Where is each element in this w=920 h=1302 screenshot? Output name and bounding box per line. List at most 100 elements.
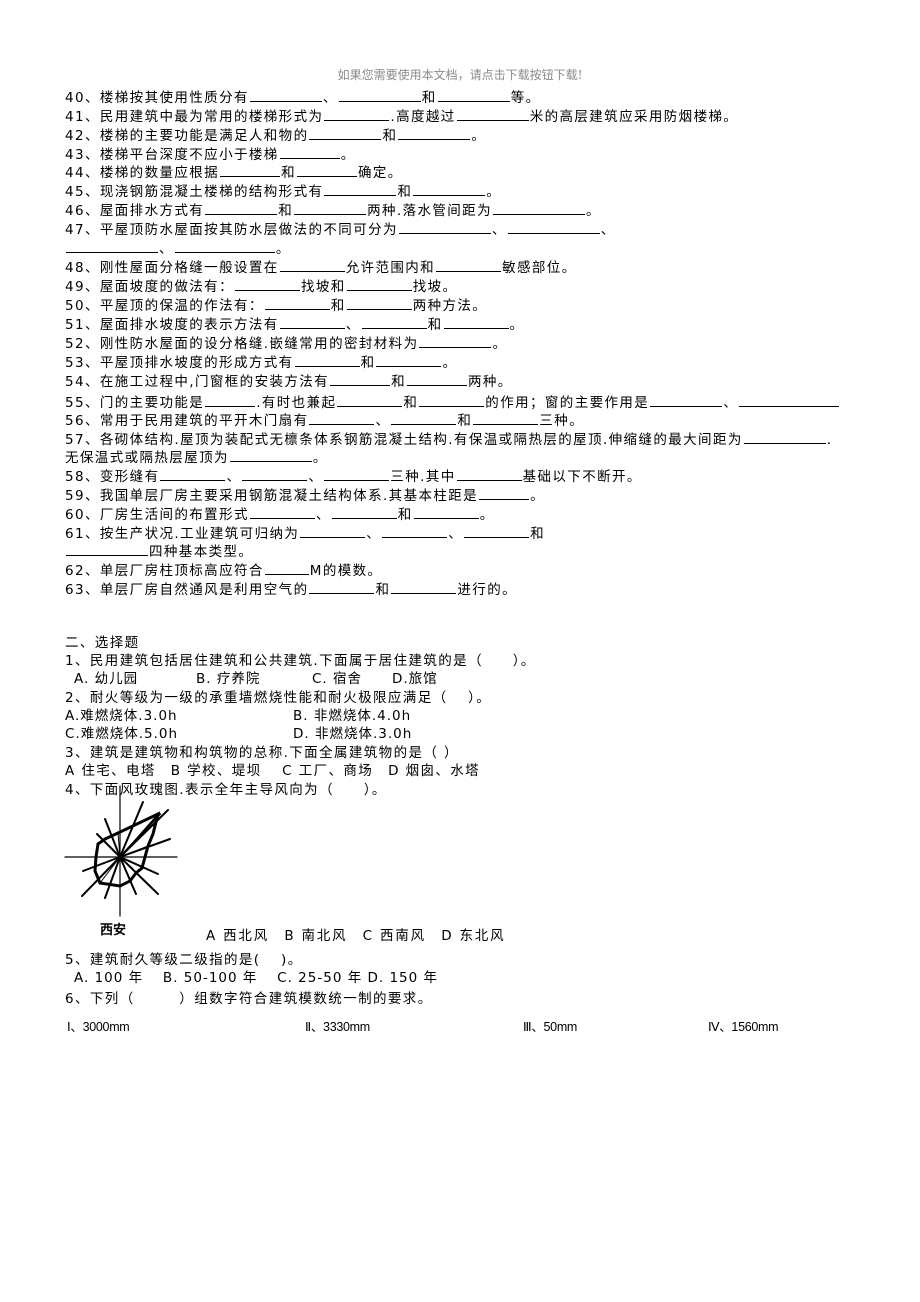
answer-blank[interactable]	[413, 505, 479, 519]
question-text: 两种。	[467, 374, 513, 390]
answer-blank[interactable]	[493, 201, 585, 215]
answer-blank[interactable]	[376, 353, 442, 367]
question-3-stem: 3、建筑是建筑物和构筑物的总称.下面全属建筑物的是（ ）	[65, 745, 459, 761]
answer-blank[interactable]	[279, 315, 345, 329]
answer-blank[interactable]	[391, 580, 457, 594]
question-q57b: 无保温式或隔热层屋顶为 。	[65, 448, 328, 467]
answer-blank[interactable]	[66, 542, 148, 556]
question-text: .	[826, 432, 833, 448]
answer-blank[interactable]	[174, 239, 275, 253]
answer-blank[interactable]	[456, 107, 529, 121]
answer-blank[interactable]	[330, 372, 391, 386]
answer-blank[interactable]	[264, 296, 330, 310]
answer-blank[interactable]	[331, 505, 397, 519]
question-q61b: 四种基本类型。	[65, 542, 253, 561]
answer-blank[interactable]	[346, 277, 412, 291]
answer-blank[interactable]	[437, 88, 510, 102]
answer-blank[interactable]	[205, 201, 278, 215]
answer-blank[interactable]	[324, 467, 390, 481]
question-text: 62、单层厂房柱顶标高应符合	[65, 563, 264, 579]
answer-blank[interactable]	[413, 182, 486, 196]
question-text: 和	[421, 90, 437, 106]
answer-blank[interactable]	[406, 372, 467, 386]
answer-blank[interactable]	[229, 448, 312, 462]
answer-blank[interactable]	[279, 145, 340, 159]
question-text: 58、变形缝有	[65, 469, 160, 485]
answer-blank[interactable]	[242, 467, 308, 481]
answer-blank[interactable]	[361, 315, 427, 329]
question-text: 、	[345, 317, 361, 333]
question-1-stem: 1、民用建筑包括居住建筑和公共建筑.下面属于居住建筑的是（ ）。	[65, 653, 536, 669]
question-text: 、	[322, 90, 338, 106]
question-text: 61、按生产状况.工业建筑可归纳为	[65, 526, 300, 542]
q2-option-b: B. 非燃烧体.4.0h	[293, 708, 412, 724]
answer-blank[interactable]	[464, 524, 530, 538]
question-text: 48、刚性屋面分格缝一般设置在	[65, 260, 279, 276]
answer-blank[interactable]	[205, 393, 256, 407]
answer-blank[interactable]	[419, 393, 485, 407]
question-q43: 43、楼梯平台深度不应小于楼梯 。	[65, 145, 356, 164]
question-text: 42、楼梯的主要功能是满足人和物的	[65, 128, 309, 144]
question-text: 三种.其中	[390, 469, 456, 485]
question-text: 45、现浇钢筋混凝土楼梯的结构形式有	[65, 184, 324, 200]
answer-blank[interactable]	[507, 220, 600, 234]
answer-blank[interactable]	[739, 393, 840, 407]
question-text: 40、楼梯按其使用性质分有	[65, 90, 249, 106]
question-text: 四种基本类型。	[149, 544, 254, 560]
question-text: 59、我国单层厂房主要采用钢筋混凝土结构体系.其基本柱距是	[65, 488, 479, 504]
answer-blank[interactable]	[220, 163, 281, 177]
question-text: 41、民用建筑中最为常用的楼梯形式为	[65, 109, 324, 125]
question-text: 49、屋面坡度的做法有：	[65, 279, 234, 295]
q1-option-a: A. 幼儿园	[74, 671, 139, 687]
answer-blank[interactable]	[419, 334, 492, 348]
answer-blank[interactable]	[391, 411, 457, 425]
answer-blank[interactable]	[456, 467, 522, 481]
question-q46: 46、屋面排水方式有 和 两种.落水管间距为 。	[65, 201, 601, 220]
answer-blank[interactable]	[324, 107, 390, 121]
answer-blank[interactable]	[337, 393, 403, 407]
answer-blank[interactable]	[346, 296, 412, 310]
question-text: 两种.落水管间距为	[367, 203, 492, 219]
answer-blank[interactable]	[309, 580, 375, 594]
question-text: 和	[403, 395, 419, 411]
answer-blank[interactable]	[743, 430, 826, 444]
answer-blank[interactable]	[309, 126, 382, 140]
question-q40: 40、楼梯按其使用性质分有 、 和 等。	[65, 88, 541, 107]
question-q61: 61、按生产状况.工业建筑可归纳为 、 、 和	[65, 524, 545, 543]
question-text: 55、门的主要功能是	[65, 395, 205, 411]
answer-blank[interactable]	[479, 486, 530, 500]
question-q51: 51、屋面排水坡度的表示方法有 、 和 。	[65, 315, 524, 334]
answer-blank[interactable]	[249, 88, 322, 102]
question-text: 。	[486, 184, 502, 200]
answer-blank[interactable]	[650, 393, 723, 407]
answer-blank[interactable]	[160, 467, 226, 481]
question-text: 。	[530, 488, 545, 504]
answer-blank[interactable]	[264, 561, 309, 575]
question-text: 46、屋面排水方式有	[65, 203, 205, 219]
answer-blank[interactable]	[279, 258, 345, 272]
answer-blank[interactable]	[473, 411, 539, 425]
answer-blank[interactable]	[324, 182, 397, 196]
answer-blank[interactable]	[436, 258, 502, 272]
answer-blank[interactable]	[398, 220, 491, 234]
question-text: 57、各砌体结构.屋顶为装配式无檩条体系钢筋混凝土结构.有保温或隔热层的屋顶.伸…	[65, 432, 743, 448]
q1-option-b: B. 疗养院	[196, 671, 261, 687]
answer-blank[interactable]	[443, 315, 509, 329]
question-text: 53、平屋顶排水坡度的形成方式有	[65, 355, 294, 371]
answer-blank[interactable]	[309, 411, 375, 425]
question-text: 60、厂房生活间的布置形式	[65, 507, 249, 523]
question-text: 和	[391, 374, 406, 390]
answer-blank[interactable]	[294, 353, 360, 367]
answer-blank[interactable]	[234, 277, 300, 291]
answer-blank[interactable]	[300, 524, 366, 538]
answer-blank[interactable]	[296, 163, 357, 177]
answer-blank[interactable]	[338, 88, 421, 102]
question-text: 确定。	[357, 165, 403, 181]
question-text: .高度越过	[390, 109, 456, 125]
answer-blank[interactable]	[398, 126, 471, 140]
answer-blank[interactable]	[294, 201, 367, 215]
question-text: 基础以下不断开。	[522, 469, 642, 485]
answer-blank[interactable]	[66, 239, 158, 253]
answer-blank[interactable]	[249, 505, 315, 519]
answer-blank[interactable]	[382, 524, 448, 538]
